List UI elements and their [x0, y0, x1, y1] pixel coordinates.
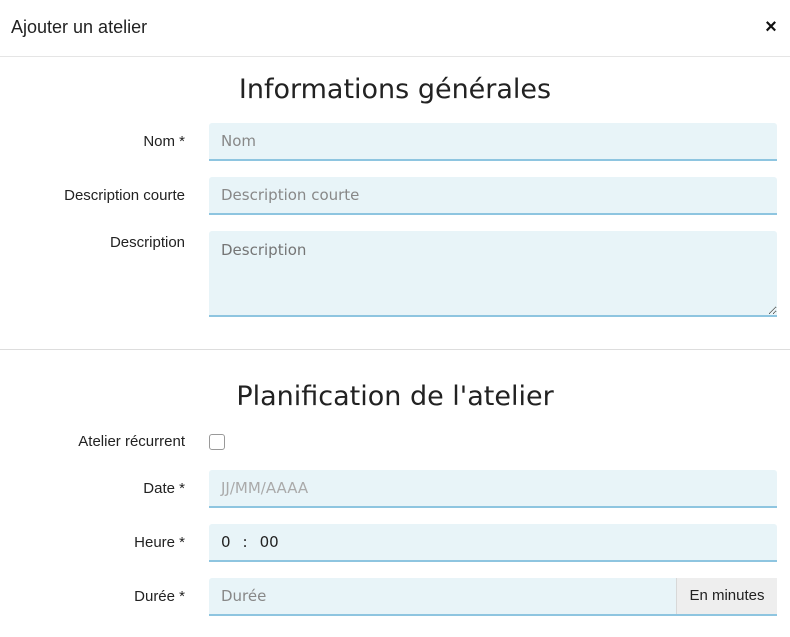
duree-unit-addon: En minutes [676, 578, 777, 614]
short-description-input[interactable]: Description courte [209, 177, 777, 215]
modal-header: Ajouter un atelier × [0, 0, 790, 57]
heure-label: Heure * [134, 534, 185, 551]
recurrent-checkbox[interactable] [209, 434, 225, 450]
recurrent-label: Atelier récurrent [78, 433, 185, 450]
nom-label: Nom * [143, 133, 185, 150]
date-input[interactable]: JJ/MM/AAAA [209, 470, 777, 508]
date-placeholder: JJ/MM/AAAA [221, 479, 309, 497]
heure-separator: : [242, 533, 248, 551]
duree-placeholder: Durée [221, 587, 267, 605]
nom-placeholder: Nom [221, 132, 257, 150]
section-title-planning: Planification de l'atelier [236, 381, 554, 412]
heure-minutes[interactable]: 00 [260, 533, 279, 551]
close-icon[interactable]: × [761, 14, 781, 40]
short-description-label: Description courte [64, 187, 185, 204]
modal-title: Ajouter un atelier [11, 17, 148, 37]
short-description-placeholder: Description courte [221, 186, 360, 204]
section-title-general: Informations générales [238, 74, 552, 105]
duree-input[interactable]: Durée En minutes [209, 578, 777, 616]
heure-input[interactable]: 0:00 [209, 524, 777, 562]
description-textarea[interactable] [209, 231, 777, 317]
duree-label: Durée * [134, 588, 185, 605]
date-label: Date * [143, 480, 185, 497]
nom-input[interactable]: Nom [209, 123, 777, 161]
section-divider [0, 349, 790, 350]
description-label: Description [109, 234, 185, 251]
heure-hours[interactable]: 0 [221, 533, 231, 551]
